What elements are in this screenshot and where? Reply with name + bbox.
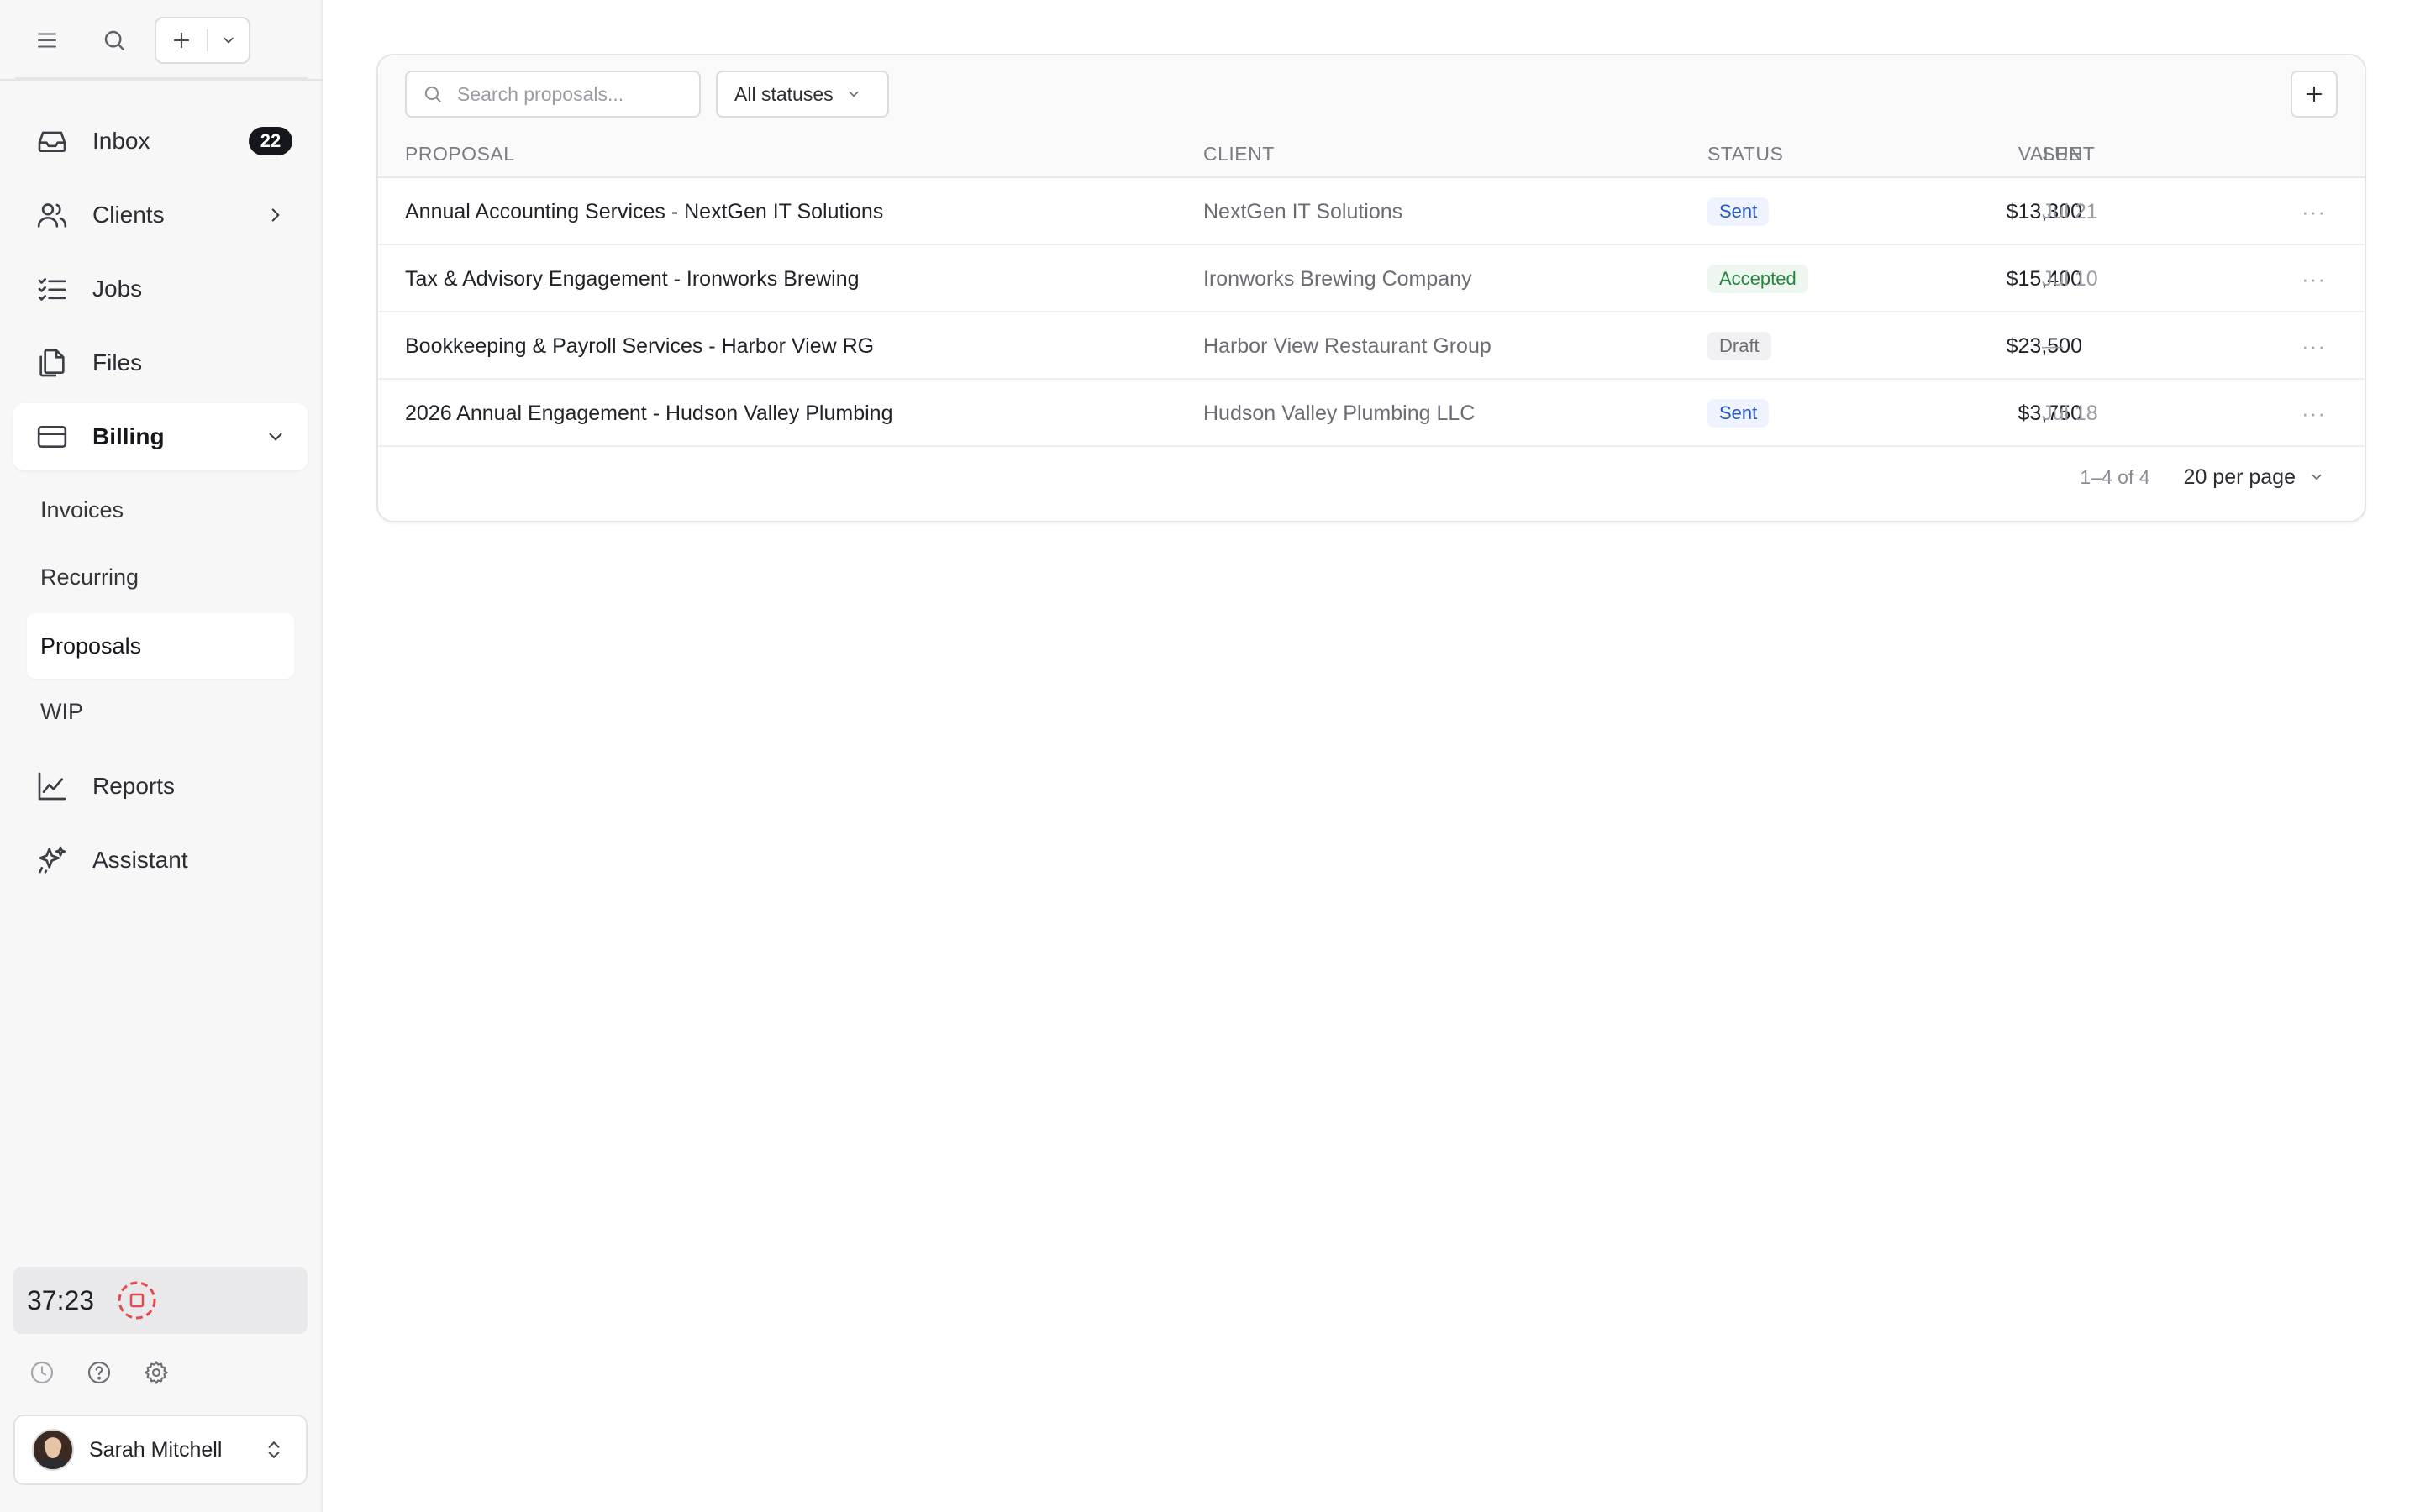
sidebar-item-billing[interactable]: Billing <box>13 403 308 470</box>
chevron-down-icon <box>259 420 292 454</box>
sent-date: Jul 18 <box>2042 401 2098 425</box>
clock-icon[interactable] <box>27 1357 57 1388</box>
sidebar-item-clients[interactable]: Clients <box>13 181 308 249</box>
sidebar-item-label: Reports <box>92 773 176 799</box>
proposal-name: Bookkeeping & Payroll Services - Harbor … <box>405 333 875 358</box>
files-icon <box>34 344 71 381</box>
pagination: 1–4 of 4 20 per page <box>2080 452 2324 502</box>
timer-display: 37:23 <box>27 1284 95 1315</box>
help-icon[interactable] <box>84 1357 114 1388</box>
unread-count-badge: 22 <box>249 127 292 155</box>
user-name: Sarah Mitchell <box>89 1437 223 1462</box>
sent-date: — <box>2042 333 2063 358</box>
sidebar-item-inbox[interactable]: Inbox 22 <box>13 108 308 175</box>
inbox-icon <box>34 123 71 160</box>
sidebar: Inbox 22 Clients Jobs Files Billing Invo… <box>0 0 323 1512</box>
per-page-select[interactable]: 20 per page <box>2184 465 2324 490</box>
per-page-value: 20 per page <box>2183 465 2296 489</box>
column-header-sent[interactable]: SENT <box>2042 143 2095 165</box>
menu-icon[interactable] <box>27 20 67 60</box>
status-cell: Accepted <box>1707 245 1808 312</box>
sent-date: Jul 10 <box>2042 266 2098 291</box>
status-cell: Draft <box>1707 312 1771 380</box>
status-badge: Accepted <box>1707 265 1808 293</box>
sidebar-subitem-proposals[interactable]: Proposals <box>27 613 294 679</box>
table-row[interactable]: Annual Accounting Services - NextGen IT … <box>378 178 2365 245</box>
sidebar-item-label: Files <box>92 349 143 375</box>
status-filter-select[interactable]: All statuses <box>716 71 889 118</box>
status-cell: Sent <box>1707 178 1770 245</box>
column-header-proposal[interactable]: PROPOSAL <box>405 143 515 165</box>
sidebar-item-jobs[interactable]: Jobs <box>13 255 308 323</box>
sidebar-subitem-recurring[interactable]: Recurring <box>27 544 294 610</box>
search-icon <box>420 81 445 107</box>
sidebar-item-files[interactable]: Files <box>13 329 308 396</box>
table-row[interactable]: Bookkeeping & Payroll Services - Harbor … <box>378 312 2365 380</box>
sidebar-item-reports[interactable]: Reports <box>13 753 308 820</box>
search-icon[interactable] <box>94 20 134 60</box>
credit-card-icon <box>34 418 71 455</box>
column-header-status[interactable]: STATUS <box>1707 143 1783 165</box>
client-name: Harbor View Restaurant Group <box>1203 333 1491 358</box>
sidebar-subitem-wip[interactable]: WIP <box>27 679 294 744</box>
status-badge: Sent <box>1707 399 1770 428</box>
sidebar-item-label: Clients <box>92 202 165 228</box>
proposal-name: Tax & Advisory Engagement - Ironworks Br… <box>405 266 860 291</box>
avatar <box>32 1429 74 1471</box>
chevron-down-icon[interactable] <box>208 18 249 62</box>
sent-date: Jul 21 <box>2042 199 2098 223</box>
sidebar-item-label: Jobs <box>92 276 143 302</box>
status-badge: Draft <box>1707 332 1771 360</box>
proposal-name: Annual Accounting Services - NextGen IT … <box>405 199 884 223</box>
sidebar-item-label: Inbox <box>92 128 150 154</box>
stop-timer-icon[interactable] <box>116 1279 158 1321</box>
chevron-right-icon <box>259 198 292 232</box>
plus-icon <box>2306 86 2323 102</box>
more-icon[interactable]: ··· <box>2302 380 2326 447</box>
proposal-name: 2026 Annual Engagement - Hudson Valley P… <box>405 401 893 425</box>
search-field <box>405 71 701 118</box>
time-tracker: 37:23 <box>13 1267 308 1334</box>
client-name: Ironworks Brewing Company <box>1203 266 1472 291</box>
client-name: Hudson Valley Plumbing LLC <box>1203 401 1476 425</box>
table-toolbar: All statuses PROPOSAL CLIENT STATUS VALU… <box>378 55 2365 178</box>
sidebar-footer-actions <box>27 1357 171 1391</box>
sidebar-subitem-invoices[interactable]: Invoices <box>27 477 294 543</box>
plus-icon[interactable] <box>156 18 207 62</box>
user-account-switcher[interactable]: Sarah Mitchell <box>13 1415 308 1485</box>
more-icon[interactable]: ··· <box>2302 178 2326 245</box>
client-name: NextGen IT Solutions <box>1203 199 1403 223</box>
new-item-split-button <box>155 17 250 64</box>
more-icon[interactable]: ··· <box>2302 312 2326 380</box>
topbar-divider <box>15 77 308 79</box>
chevron-down-icon <box>2312 474 2322 480</box>
sidebar-item-label: Assistant <box>92 847 188 873</box>
users-icon <box>34 197 71 234</box>
table-row[interactable]: Tax & Advisory Engagement - Ironworks Br… <box>378 245 2365 312</box>
sidebar-topbar <box>0 0 323 81</box>
more-icon[interactable]: ··· <box>2302 245 2326 312</box>
table-row[interactable]: 2026 Annual Engagement - Hudson Valley P… <box>378 380 2365 447</box>
checklist-icon <box>34 270 71 307</box>
chevron-down-icon <box>845 86 862 102</box>
line-chart-icon <box>34 768 71 805</box>
pagination-range: 1–4 of 4 <box>2080 465 2150 488</box>
gear-icon[interactable] <box>141 1357 171 1388</box>
status-filter-value: All statuses <box>734 82 834 105</box>
sidebar-item-assistant[interactable]: Assistant <box>13 827 308 894</box>
sparkles-icon <box>34 842 71 879</box>
status-cell: Sent <box>1707 380 1770 447</box>
status-badge: Sent <box>1707 197 1770 226</box>
column-header-client[interactable]: CLIENT <box>1203 143 1275 165</box>
sidebar-item-label: Billing <box>92 423 165 449</box>
proposals-table-card: All statuses PROPOSAL CLIENT STATUS VALU… <box>376 54 2366 522</box>
add-proposal-button[interactable] <box>2291 71 2338 118</box>
search-input[interactable] <box>457 82 692 106</box>
chevron-up-down-icon <box>257 1433 291 1467</box>
